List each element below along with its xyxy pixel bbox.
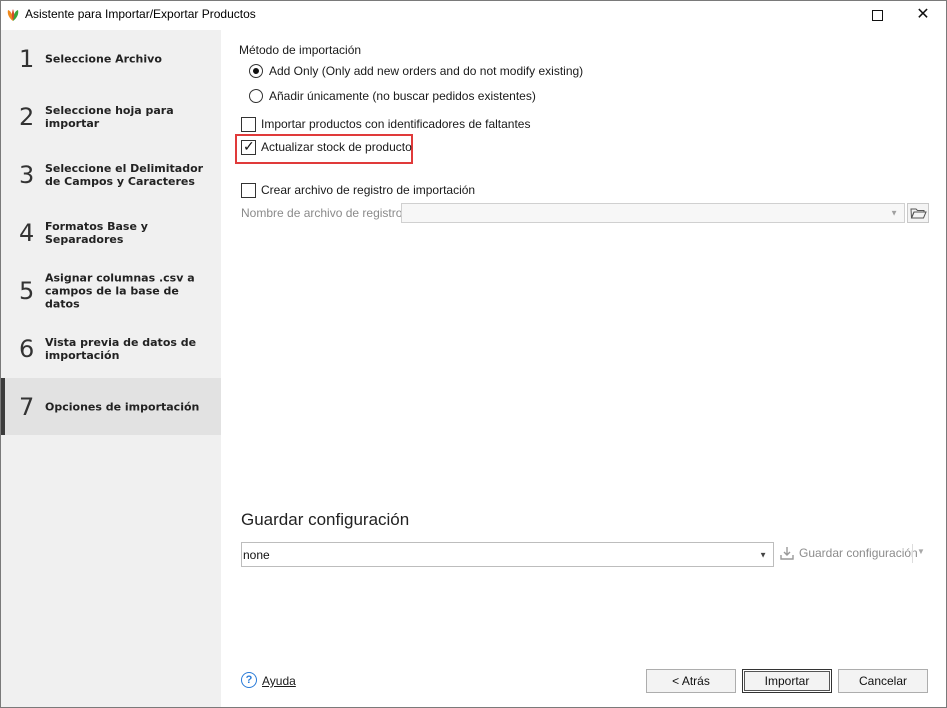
step-label: Seleccione hoja para importar — [45, 103, 174, 130]
step-number: 3 — [19, 160, 35, 189]
save-config-title: Guardar configuración — [241, 510, 410, 529]
step-2[interactable]: 2 Seleccione hoja para importar — [1, 88, 221, 145]
step-number: 4 — [19, 218, 35, 247]
title-bar: Asistente para Importar/Exportar Product… — [1, 1, 946, 29]
step-number: 6 — [19, 334, 35, 363]
radio-add-unique-label[interactable]: Añadir únicamente (no buscar pedidos exi… — [269, 89, 536, 103]
checkbox-missing-ids-label[interactable]: Importar productos con identificadores d… — [261, 117, 530, 131]
split-separator — [912, 544, 913, 563]
step-number: 2 — [19, 102, 35, 131]
import-button[interactable]: Importar — [742, 669, 832, 693]
download-icon — [780, 547, 794, 560]
save-config-button[interactable]: Guardar configuración ▼ — [776, 542, 926, 565]
step-label: Seleccione el Delimitador de Campos y Ca… — [45, 161, 204, 188]
checkbox-missing-ids[interactable] — [241, 117, 256, 132]
log-file-label: Nombre de archivo de registro — [241, 206, 403, 220]
close-icon: ✕ — [916, 6, 930, 23]
window-title: Asistente para Importar/Exportar Product… — [25, 7, 256, 21]
step-number: 1 — [19, 44, 35, 73]
checkmark-icon: ✓ — [243, 138, 255, 154]
step-number: 7 — [19, 392, 35, 421]
step-4[interactable]: 4 Formatos Base y Separadores — [1, 204, 221, 261]
chevron-down-icon[interactable]: ▼ — [917, 547, 925, 556]
step-label: Seleccione Archivo — [45, 52, 162, 65]
close-button[interactable]: ✕ — [900, 1, 946, 29]
step-label: Asignar columnas .csv a campos de la bas… — [45, 271, 195, 310]
import-options-panel: Método de importación Add Only (Only add… — [222, 30, 946, 707]
radio-add-unique[interactable] — [249, 89, 263, 103]
radio-add-only-label[interactable]: Add Only (Only add new orders and do not… — [269, 64, 583, 78]
wizard-steps-sidebar: 1 Seleccione Archivo 2 Seleccione hoja p… — [1, 30, 221, 707]
step-3[interactable]: 3 Seleccione el Delimitador de Campos y … — [1, 146, 221, 203]
folder-open-icon — [910, 208, 927, 219]
step-label: Formatos Base y Separadores — [45, 219, 148, 246]
browse-folder-button[interactable] — [907, 203, 929, 223]
step-number: 5 — [19, 276, 35, 305]
config-selected-value: none — [243, 548, 270, 562]
checkbox-update-stock-label[interactable]: Actualizar stock de producto — [261, 140, 412, 154]
import-method-label: Método de importación — [239, 43, 362, 57]
maximize-button[interactable] — [854, 1, 900, 29]
save-config-label: Guardar configuración — [799, 546, 918, 560]
config-combobox[interactable]: none ▼ — [241, 542, 774, 567]
log-file-combobox[interactable]: ▼ — [401, 203, 905, 223]
step-5[interactable]: 5 Asignar columnas .csv a campos de la b… — [1, 262, 221, 319]
chevron-down-icon: ▼ — [759, 550, 767, 559]
maximize-icon — [871, 9, 883, 21]
checkbox-update-stock[interactable]: ✓ — [241, 138, 256, 155]
step-label: Vista previa de datos de importación — [45, 335, 197, 362]
step-6[interactable]: 6 Vista previa de datos de importación — [1, 320, 221, 377]
app-logo-icon — [7, 9, 19, 21]
checkbox-create-log[interactable] — [241, 183, 256, 198]
step-label: Opciones de importación — [45, 400, 200, 413]
chevron-down-icon: ▼ — [890, 208, 898, 218]
cancel-button[interactable]: Cancelar — [838, 669, 928, 693]
checkbox-create-log-label[interactable]: Crear archivo de registro de importación — [261, 183, 475, 197]
import-export-wizard-window: Asistente para Importar/Exportar Product… — [0, 0, 947, 708]
step-7[interactable]: 7 Opciones de importación — [1, 378, 221, 435]
help-icon[interactable]: ? — [241, 672, 257, 688]
radio-add-only[interactable] — [249, 64, 263, 78]
step-1[interactable]: 1 Seleccione Archivo — [1, 30, 221, 87]
help-link[interactable]: Ayuda — [262, 674, 296, 688]
back-button[interactable]: < Atrás — [646, 669, 736, 693]
